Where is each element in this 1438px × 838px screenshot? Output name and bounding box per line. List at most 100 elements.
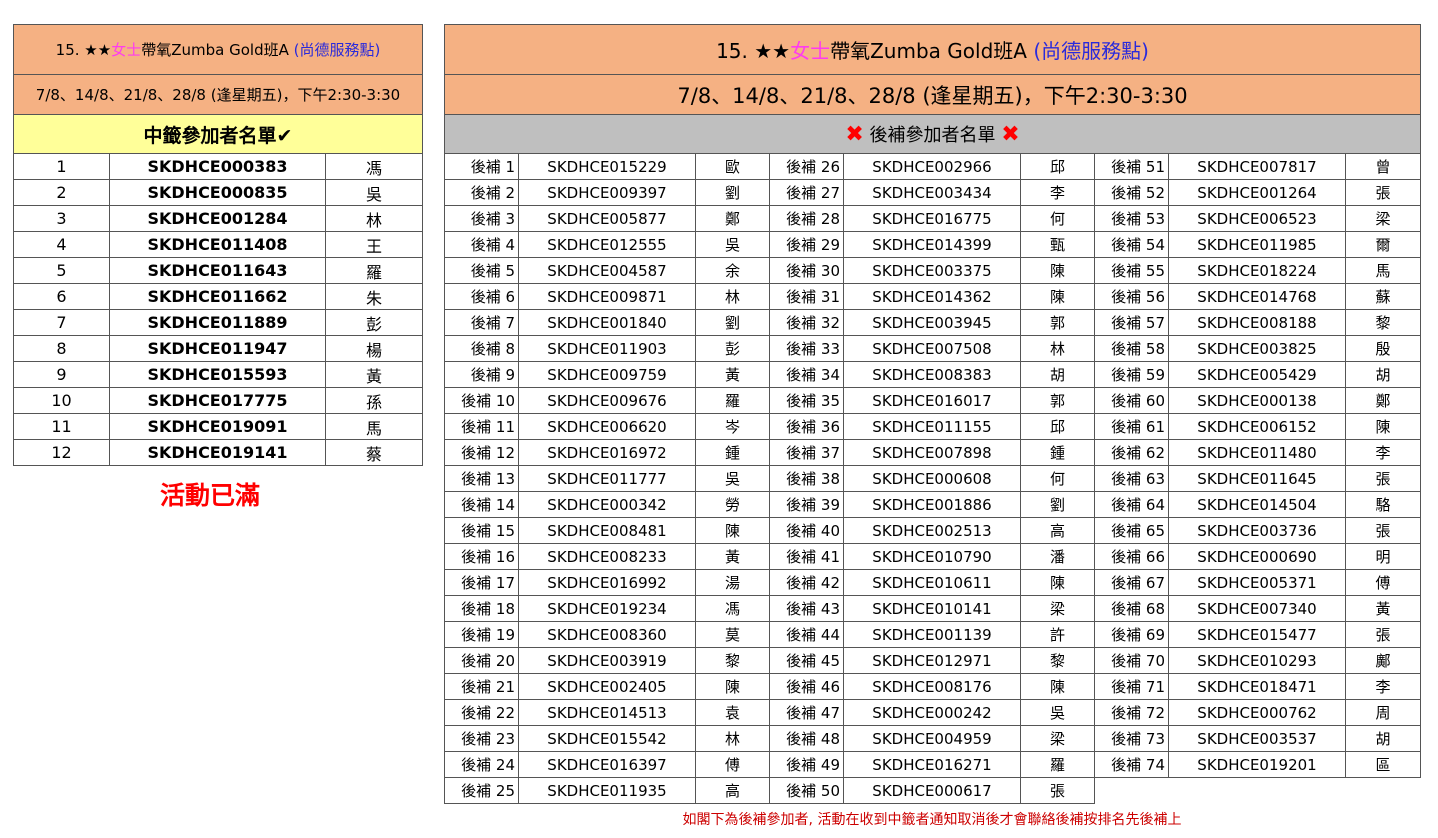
table-row: 後補 24 SKDHCE016397 傅後補 49 SKDHCE016271 羅後補 7… <box>444 751 1422 778</box>
waitlist-rank: 後補 55 <box>1094 257 1169 284</box>
waitlist-code: SKDHCE016017 <box>843 387 1021 414</box>
waitlist-rank: 後補 27 <box>769 179 844 206</box>
waitlist-name: 鄭 <box>1344 387 1422 414</box>
waitlist-code: SKDHCE007817 <box>1168 153 1346 180</box>
waitlist-code: SKDHCE019201 <box>1168 751 1346 778</box>
waitlist-name: 張 <box>1344 517 1422 544</box>
waitlist-code: SKDHCE000608 <box>843 465 1021 492</box>
waitlist-rank: 後補 6 <box>444 283 519 310</box>
waitlist-rank: 後補 50 <box>769 777 844 804</box>
waitlist-code: SKDHCE002966 <box>843 153 1021 180</box>
waitlist-name: 郭 <box>1020 309 1095 336</box>
waitlist-code: SKDHCE006523 <box>1168 205 1346 232</box>
waitlist-code: SKDHCE009676 <box>518 387 696 414</box>
winner-number: 10 <box>13 387 110 414</box>
waitlist-code: SKDHCE000617 <box>843 777 1021 804</box>
waitlist-code: SKDHCE005429 <box>1168 361 1346 388</box>
course-title: 15. ★★女士帶氧Zumba Gold班A (尚德服務點) <box>12 24 424 75</box>
waitlist-rank: 後補 58 <box>1094 335 1169 362</box>
waitlist-name: 黎 <box>695 647 770 674</box>
winners-table: 15. ★★女士帶氧Zumba Gold班A (尚德服務點) 7/8、14/8、… <box>12 24 424 466</box>
winner-code: SKDHCE015593 <box>109 361 326 388</box>
waitlist-name: 余 <box>695 257 770 284</box>
waitlist-name: 黎 <box>1020 647 1095 674</box>
waitlist-rank: 後補 11 <box>444 413 519 440</box>
table-row: 3 SKDHCE001284 林 <box>13 205 424 232</box>
table-row: 後補 20 SKDHCE003919 黎後補 45 SKDHCE012971 黎後補 7… <box>444 647 1422 674</box>
winner-number: 8 <box>13 335 110 362</box>
waitlist-name: 袁 <box>695 699 770 726</box>
cross-icon: ✖ <box>845 122 864 147</box>
table-row: 後補 18 SKDHCE019234 馮後補 43 SKDHCE010141 梁後補 6… <box>444 595 1422 622</box>
waitlist-name: 李 <box>1344 439 1422 466</box>
waitlist-code: SKDHCE011777 <box>518 465 696 492</box>
table-row: 後補 7 SKDHCE001840 劉後補 32 SKDHCE003945 郭後補 57… <box>444 309 1422 336</box>
winner-code: SKDHCE019141 <box>109 439 326 466</box>
waitlist-name: 黃 <box>1344 595 1422 622</box>
table-row: 6 SKDHCE011662 朱 <box>13 283 424 310</box>
waitlist-name: 梁 <box>1020 725 1095 752</box>
waitlist-name: 胡 <box>1020 361 1095 388</box>
waitlist-rank: 後補 25 <box>444 777 519 804</box>
waitlist-name: 李 <box>1344 673 1422 700</box>
waitlist-name: 岑 <box>695 413 770 440</box>
cross-icon: ✖ <box>1001 122 1020 147</box>
waitlist-rank: 後補 53 <box>1094 205 1169 232</box>
waitlist-code: SKDHCE011480 <box>1168 439 1346 466</box>
waitlist-name: 陳 <box>695 673 770 700</box>
waitlist-rank: 後補 18 <box>444 595 519 622</box>
waitlist-rank: 後補 21 <box>444 673 519 700</box>
waitlist-name: 鍾 <box>1020 439 1095 466</box>
winner-number: 11 <box>13 413 110 440</box>
winner-name: 孫 <box>324 387 424 414</box>
waitlist-rank: 後補 61 <box>1094 413 1169 440</box>
waitlist-code: SKDHCE007340 <box>1168 595 1346 622</box>
waitlist-rank: 後補 35 <box>769 387 844 414</box>
waitlist-rank: 後補 1 <box>444 153 519 180</box>
waitlist-rank: 後補 41 <box>769 543 844 570</box>
location-label: (尚德服務點) <box>293 41 381 59</box>
waitlist-name: 曾 <box>1344 153 1422 180</box>
empty-cell <box>1093 777 1421 804</box>
table-row: 後補 2 SKDHCE009397 劉後補 27 SKDHCE003434 李後補 52… <box>444 179 1422 206</box>
winner-code: SKDHCE017775 <box>109 387 326 414</box>
table-row: 9 SKDHCE015593 黃 <box>13 361 424 388</box>
table-row: 後補 4 SKDHCE012555 吳後補 29 SKDHCE014399 甄後補 54… <box>444 231 1422 258</box>
waitlist-name: 蘇 <box>1344 283 1422 310</box>
waitlist-code: SKDHCE012555 <box>518 231 696 258</box>
waitlist-rank: 後補 73 <box>1094 725 1169 752</box>
women-label: 女士 <box>111 41 142 59</box>
waitlist-name: 胡 <box>1344 361 1422 388</box>
waitlist-code: SKDHCE003825 <box>1168 335 1346 362</box>
star-icon: ★★ <box>84 41 112 59</box>
waitlist-name: 區 <box>1344 751 1422 778</box>
waitlist-rank: 後補 43 <box>769 595 844 622</box>
waitlist-rank: 後補 65 <box>1094 517 1169 544</box>
waitlist-name: 傅 <box>695 751 770 778</box>
waitlist-rank: 後補 15 <box>444 517 519 544</box>
waitlist-code: SKDHCE015542 <box>518 725 696 752</box>
waitlist-rank: 後補 31 <box>769 283 844 310</box>
waitlist-name: 羅 <box>695 387 770 414</box>
course-number: 15. <box>55 41 80 59</box>
waitlist-code: SKDHCE005371 <box>1168 569 1346 596</box>
waitlist-name: 莫 <box>695 621 770 648</box>
table-row: 後補 3 SKDHCE005877 鄭後補 28 SKDHCE016775 何後補 53… <box>444 205 1422 232</box>
winner-name: 馮 <box>324 153 424 180</box>
waitlist-code: SKDHCE009759 <box>518 361 696 388</box>
waitlist-name: 吳 <box>695 231 770 258</box>
waitlist-code: SKDHCE009397 <box>518 179 696 206</box>
table-row: 後補 15 SKDHCE008481 陳後補 40 SKDHCE002513 高後補 6… <box>444 517 1422 544</box>
waitlist-name: 周 <box>1344 699 1422 726</box>
waitlist-rank: 後補 28 <box>769 205 844 232</box>
waitlist-code: SKDHCE011155 <box>843 413 1021 440</box>
waitlist-code: SKDHCE016775 <box>843 205 1021 232</box>
waitlist-rank: 後補 44 <box>769 621 844 648</box>
waitlist-code: SKDHCE002405 <box>518 673 696 700</box>
waitlist-name: 張 <box>1344 465 1422 492</box>
waitlist-name: 彭 <box>695 335 770 362</box>
waitlist-rank: 後補 8 <box>444 335 519 362</box>
waitlist-code: SKDHCE010141 <box>843 595 1021 622</box>
waitlist-name: 陳 <box>1020 257 1095 284</box>
waitlist-code: SKDHCE000138 <box>1168 387 1346 414</box>
